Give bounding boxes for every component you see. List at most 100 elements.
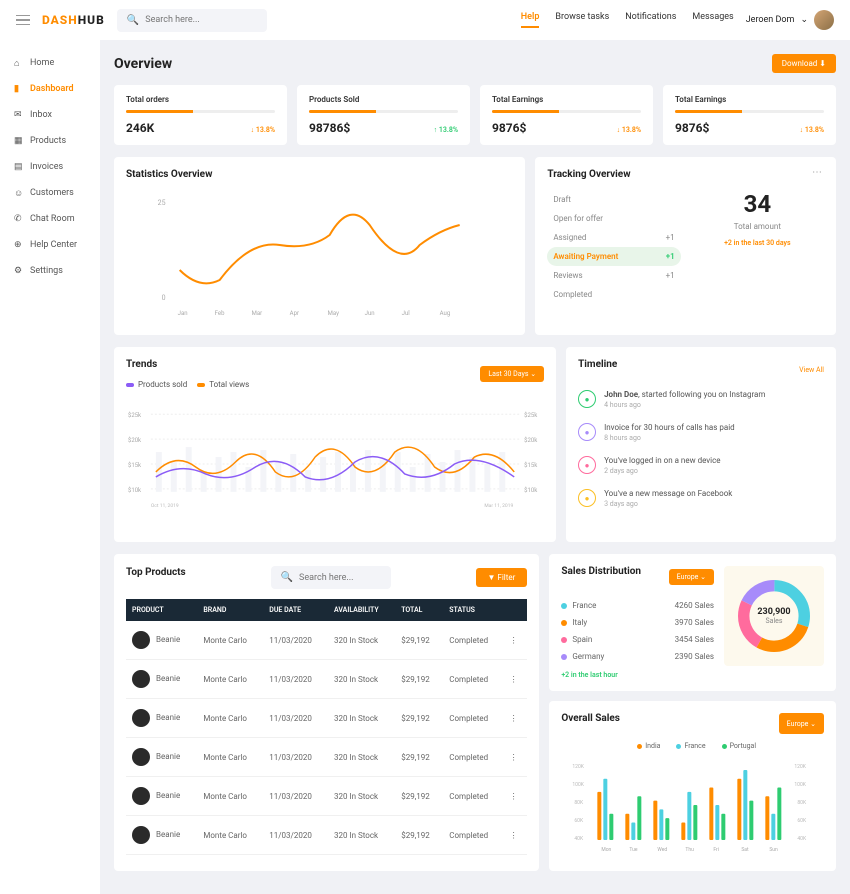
status-item[interactable]: Awaiting Payment+1 bbox=[547, 247, 680, 266]
status-item[interactable]: Assigned+1 bbox=[547, 228, 680, 247]
home-icon: ⌂ bbox=[14, 58, 24, 68]
chevron-down-icon: ⌄ bbox=[800, 15, 808, 25]
svg-text:Mon: Mon bbox=[602, 847, 612, 853]
more-icon[interactable]: ⋯ bbox=[812, 167, 824, 178]
region-dropdown[interactable]: Europe ⌄ bbox=[669, 569, 714, 585]
table-row[interactable]: BeanieMonte Carlo11/03/2020320 In Stock$… bbox=[126, 816, 527, 855]
nav-help[interactable]: Help bbox=[521, 12, 540, 28]
sidebar: ⌂Home▮Dashboard✉Inbox▦Products▤Invoices☺… bbox=[0, 40, 100, 894]
sidebar-item-dashboard[interactable]: ▮Dashboard bbox=[0, 76, 100, 102]
distribution-item: Italy3970 Sales bbox=[561, 614, 714, 631]
doc-icon: ▤ bbox=[14, 162, 24, 172]
product-image bbox=[132, 631, 150, 649]
nav-messages[interactable]: Messages bbox=[692, 12, 733, 28]
download-button[interactable]: Download ⬇ bbox=[772, 54, 836, 73]
timeline-item: ●You've a new message on Facebook3 days … bbox=[578, 489, 824, 508]
svg-text:Wed: Wed bbox=[658, 847, 668, 853]
user-menu[interactable]: Jeroen Dom⌄ bbox=[746, 10, 834, 30]
panel-title: Timeline bbox=[578, 359, 617, 370]
svg-text:$20k: $20k bbox=[524, 437, 538, 444]
svg-text:100K: 100K bbox=[573, 782, 585, 788]
status-item[interactable]: Open for offer bbox=[547, 209, 680, 228]
more-icon[interactable]: ⋮ bbox=[504, 699, 528, 738]
status-item[interactable]: Completed bbox=[547, 285, 680, 304]
table-row[interactable]: BeanieMonte Carlo11/03/2020320 In Stock$… bbox=[126, 777, 527, 816]
sidebar-item-customers[interactable]: ☺Customers bbox=[0, 180, 100, 206]
search-icon: 🔍 bbox=[127, 15, 139, 26]
svg-text:100K: 100K bbox=[795, 782, 807, 788]
more-icon[interactable]: ⋮ bbox=[504, 777, 528, 816]
svg-text:$20k: $20k bbox=[128, 437, 142, 444]
mail-icon: ✉ bbox=[14, 110, 24, 120]
sidebar-item-invoices[interactable]: ▤Invoices bbox=[0, 154, 100, 180]
svg-text:80K: 80K bbox=[575, 800, 585, 806]
global-search[interactable]: 🔍 bbox=[117, 9, 267, 32]
brand-logo[interactable]: DASHHUB bbox=[42, 13, 105, 27]
svg-text:60K: 60K bbox=[575, 818, 585, 824]
tracking-panel: ⋯ Tracking Overview DraftOpen for offerA… bbox=[535, 157, 836, 335]
products-table: PRODUCTBRANDDUE DATEAVAILABILITYTOTALSTA… bbox=[126, 599, 527, 855]
tracking-amount: 34 bbox=[691, 190, 824, 218]
overall-sales-panel: Overall Sales Europe ⌄ IndiaFrancePortug… bbox=[549, 701, 836, 871]
distribution-item: Germany2390 Sales bbox=[561, 648, 714, 665]
view-all-link[interactable]: View All bbox=[799, 366, 824, 374]
chat-icon: ✆ bbox=[14, 214, 24, 224]
more-icon[interactable]: ⋮ bbox=[504, 621, 528, 660]
sales-distribution-panel: Sales Distribution Europe ⌄ France4260 S… bbox=[549, 554, 836, 691]
table-row[interactable]: BeanieMonte Carlo11/03/2020320 In Stock$… bbox=[126, 621, 527, 660]
nav-notifications[interactable]: Notifications bbox=[625, 12, 676, 28]
svg-text:60K: 60K bbox=[798, 818, 808, 824]
svg-text:Fri: Fri bbox=[714, 847, 720, 853]
more-icon[interactable]: ⋮ bbox=[504, 660, 528, 699]
more-icon[interactable]: ⋮ bbox=[504, 738, 528, 777]
table-row[interactable]: BeanieMonte Carlo11/03/2020320 In Stock$… bbox=[126, 699, 527, 738]
kpi-card: Products Sold98786$↑ 13.8% bbox=[297, 85, 470, 145]
svg-text:Jan: Jan bbox=[178, 310, 188, 317]
product-search[interactable]: 🔍 bbox=[271, 566, 391, 589]
help-icon: ⊕ bbox=[14, 240, 24, 250]
svg-text:120K: 120K bbox=[795, 764, 807, 770]
trends-range-dropdown[interactable]: Last 30 Days ⌄ bbox=[480, 366, 544, 382]
table-row[interactable]: BeanieMonte Carlo11/03/2020320 In Stock$… bbox=[126, 660, 527, 699]
user-icon: ☺ bbox=[14, 188, 24, 198]
sidebar-item-settings[interactable]: ⚙Settings bbox=[0, 258, 100, 284]
timeline-panel: Timeline View All ●John Doe, started fol… bbox=[566, 347, 836, 542]
filter-button[interactable]: ▼ Filter bbox=[476, 568, 528, 587]
search-input[interactable] bbox=[145, 15, 257, 25]
svg-text:40K: 40K bbox=[575, 836, 585, 842]
timeline-icon: ● bbox=[578, 456, 596, 474]
trends-chart: $25k$20k$15k$10k $25k$20k$15k$10k Oct 11… bbox=[126, 397, 544, 527]
status-item[interactable]: Reviews+1 bbox=[547, 266, 680, 285]
svg-text:120K: 120K bbox=[573, 764, 585, 770]
panel-title: Overall Sales bbox=[561, 713, 620, 724]
svg-text:$10k: $10k bbox=[128, 487, 142, 494]
sidebar-item-help-center[interactable]: ⊕Help Center bbox=[0, 232, 100, 258]
sidebar-item-products[interactable]: ▦Products bbox=[0, 128, 100, 154]
statistics-panel: Statistics Overview 25 0 JanFebMarApr Ma… bbox=[114, 157, 525, 335]
nav-browse[interactable]: Browse tasks bbox=[555, 12, 609, 28]
overall-chart: 120K100K80K60K40K 120K100K80K60K40K MonT… bbox=[561, 756, 824, 856]
svg-text:Feb: Feb bbox=[215, 310, 225, 317]
region-dropdown[interactable]: Europe ⌄ bbox=[779, 713, 824, 734]
product-image bbox=[132, 826, 150, 844]
table-row[interactable]: BeanieMonte Carlo11/03/2020320 In Stock$… bbox=[126, 738, 527, 777]
product-image bbox=[132, 787, 150, 805]
top-products-panel: Top Products 🔍 ▼ Filter PRODUCTBRANDDUE … bbox=[114, 554, 539, 871]
sidebar-item-inbox[interactable]: ✉Inbox bbox=[0, 102, 100, 128]
status-item[interactable]: Draft bbox=[547, 190, 680, 209]
svg-text:Oct 11, 2019: Oct 11, 2019 bbox=[151, 503, 179, 509]
distribution-item: France4260 Sales bbox=[561, 597, 714, 614]
panel-title: Sales Distribution bbox=[561, 566, 641, 577]
donut-chart: 230,900 Sales bbox=[724, 566, 824, 666]
sidebar-item-chat-room[interactable]: ✆Chat Room bbox=[0, 206, 100, 232]
svg-text:Mar: Mar bbox=[252, 310, 263, 317]
menu-icon[interactable] bbox=[16, 15, 30, 26]
kpi-card: Total Earnings9876$↓ 13.8% bbox=[480, 85, 653, 145]
sidebar-item-home[interactable]: ⌂Home bbox=[0, 50, 100, 76]
more-icon[interactable]: ⋮ bbox=[504, 816, 528, 855]
search-icon: 🔍 bbox=[281, 572, 293, 583]
product-search-input[interactable] bbox=[299, 573, 381, 583]
svg-text:Jun: Jun bbox=[365, 310, 375, 317]
svg-text:$25k: $25k bbox=[128, 412, 142, 419]
svg-text:Thu: Thu bbox=[686, 847, 695, 853]
